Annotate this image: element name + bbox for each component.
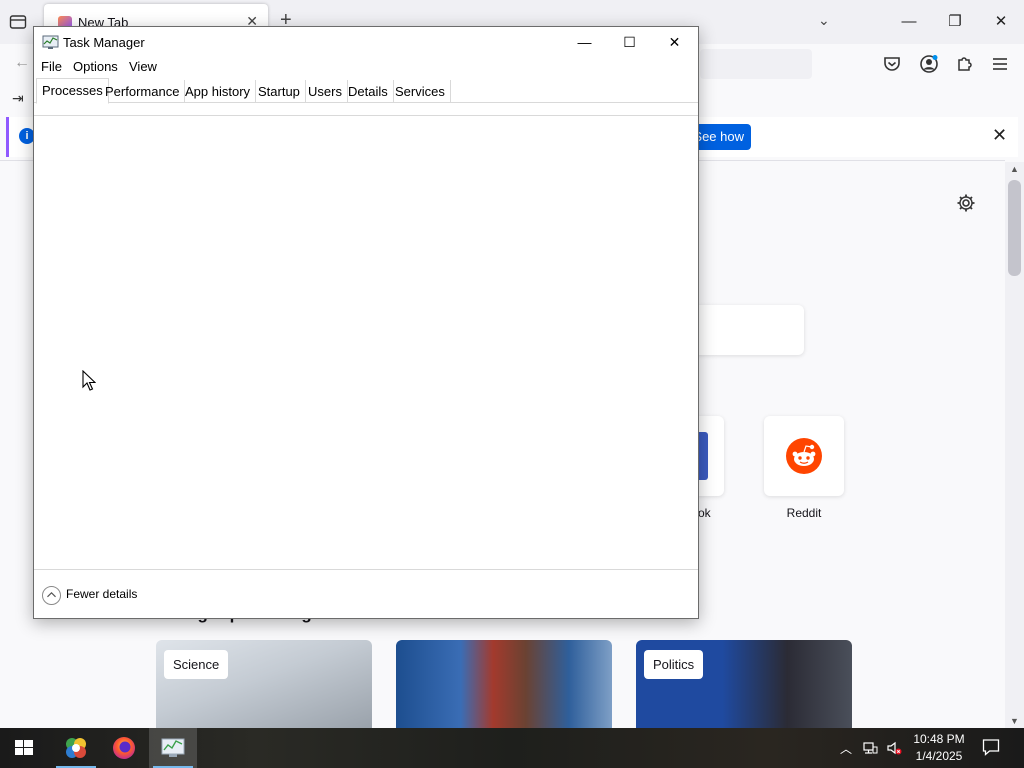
menu-bar: File Options View [34, 57, 698, 77]
fewer-details-button[interactable]: Fewer details [66, 587, 137, 601]
browser-restore-icon[interactable]: ❐ [940, 8, 970, 36]
browser-close-icon[interactable]: ✕ [986, 8, 1016, 36]
tab-details[interactable]: Details [343, 80, 394, 103]
notifications-icon[interactable] [982, 738, 1000, 756]
web-search-box[interactable] [690, 305, 804, 355]
story-card-science[interactable]: Science [156, 640, 372, 728]
processes-panel [34, 115, 698, 570]
show-hidden-icons-icon[interactable]: ︿ [840, 740, 852, 757]
start-button[interactable] [0, 728, 48, 768]
taskbar-firefox[interactable] [100, 728, 148, 768]
tab-startup[interactable]: Startup [253, 80, 306, 103]
page-scrollbar[interactable]: ▲ ▼ [1005, 162, 1024, 728]
app-icon [66, 738, 86, 758]
import-bookmarks-icon[interactable]: ⇥ [12, 90, 24, 107]
tab-users[interactable]: Users [303, 80, 348, 103]
tab-performance[interactable]: Performance [100, 80, 186, 103]
menu-view[interactable]: View [129, 59, 157, 74]
tab-services[interactable]: Services [390, 80, 451, 103]
story-tag: Politics [644, 650, 704, 679]
taskbar-app-pinned[interactable] [52, 728, 100, 768]
pocket-icon[interactable] [882, 54, 902, 74]
maximize-icon[interactable]: ☐ [607, 27, 652, 57]
title-bar[interactable]: Task Manager — ☐ ✕ [34, 27, 698, 57]
scroll-up-icon[interactable]: ▲ [1010, 164, 1019, 174]
shortcut-label-facebook: ok [698, 506, 711, 520]
account-icon[interactable] [919, 54, 939, 74]
chevron-up-icon[interactable] [42, 586, 61, 605]
task-manager-window: Task Manager — ☐ ✕ File Options View Pro… [33, 26, 699, 619]
firefox-icon [113, 737, 135, 759]
story-tag: Science [164, 650, 229, 679]
mouse-cursor-icon [82, 370, 96, 391]
windows-logo-icon [15, 740, 33, 755]
reddit-icon [786, 438, 822, 474]
menu-file[interactable]: File [41, 59, 62, 74]
close-icon[interactable]: ✕ [652, 27, 697, 57]
tab-strip: Processes Performance App history Startu… [34, 77, 698, 104]
list-all-tabs-icon[interactable]: ⌄ [818, 12, 830, 29]
browser-minimize-icon[interactable]: — [894, 8, 924, 36]
clock-date[interactable]: 1/4/2025 [912, 749, 966, 763]
notification-close-icon[interactable]: ✕ [992, 125, 1007, 146]
scrollbar-thumb[interactable] [1008, 180, 1021, 276]
see-how-button[interactable]: See how [692, 124, 751, 150]
menu-icon[interactable] [990, 54, 1010, 74]
minimize-icon[interactable]: — [562, 27, 607, 57]
shortcut-tile-reddit[interactable] [764, 416, 844, 496]
story-card-politics[interactable]: Politics [636, 640, 852, 728]
scroll-down-icon[interactable]: ▼ [1010, 716, 1019, 726]
url-bar[interactable] [700, 49, 812, 79]
back-arrow-icon[interactable]: ← [14, 54, 30, 72]
taskbar-task-manager[interactable] [149, 728, 197, 768]
extensions-icon[interactable] [955, 54, 975, 74]
task-manager-icon [161, 738, 185, 757]
taskbar: ︿ 10:48 PM 1/4/2025 [0, 728, 1024, 768]
tab-app-history[interactable]: App history [180, 80, 257, 103]
story-card-shopping[interactable] [396, 640, 612, 728]
shortcut-label-reddit: Reddit [786, 506, 822, 520]
clock-time[interactable]: 10:48 PM [912, 732, 966, 746]
menu-options[interactable]: Options [73, 59, 118, 74]
task-manager-icon [42, 35, 59, 49]
network-icon[interactable] [862, 740, 878, 756]
gear-icon[interactable] [956, 193, 976, 213]
window-title: Task Manager [63, 35, 145, 50]
firefox-view-icon[interactable] [9, 13, 27, 31]
volume-muted-icon[interactable] [886, 740, 902, 756]
footer: Fewer details [34, 570, 698, 618]
tab-processes[interactable]: Processes [36, 78, 109, 104]
